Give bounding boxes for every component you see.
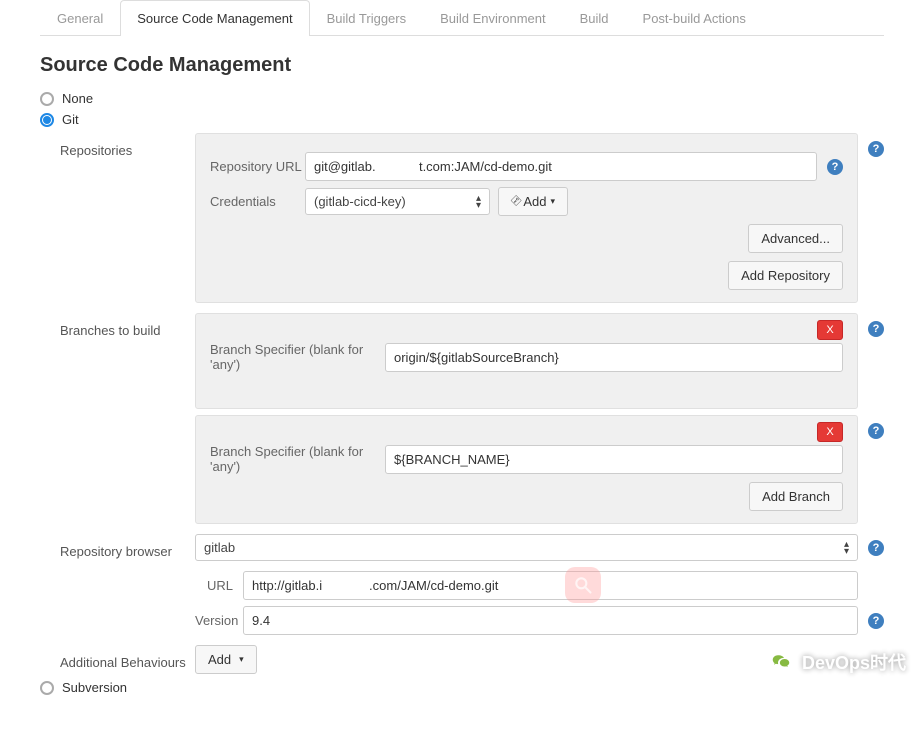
delete-branch-button[interactable]: X <box>817 320 843 340</box>
help-icon[interactable]: ? <box>868 540 884 556</box>
chevron-updown-icon: ▴▾ <box>844 541 849 555</box>
tab-post[interactable]: Post-build Actions <box>626 0 763 36</box>
radio-icon <box>40 92 54 106</box>
repo-url-input[interactable] <box>305 152 817 181</box>
credentials-select[interactable]: (gitlab-cicd-key) ▴▾ <box>305 188 490 215</box>
repositories-label: Repositories <box>60 133 195 158</box>
repo-browser-select[interactable]: gitlab ▴▾ <box>195 534 858 561</box>
scm-radio-git[interactable]: Git <box>40 112 884 127</box>
branch-spec-input-1[interactable] <box>385 343 843 372</box>
help-icon[interactable]: ? <box>868 141 884 157</box>
behaviours-label: Additional Behaviours <box>60 645 195 670</box>
advanced-button[interactable]: Advanced... <box>748 224 843 253</box>
radio-icon <box>40 113 54 127</box>
tab-general[interactable]: General <box>40 0 120 36</box>
scm-radio-none[interactable]: None <box>40 91 884 106</box>
tab-build[interactable]: Build <box>563 0 626 36</box>
tab-triggers[interactable]: Build Triggers <box>310 0 423 36</box>
config-tabs: General Source Code Management Build Tri… <box>40 0 884 36</box>
browser-version-label: Version <box>195 613 243 628</box>
tab-env[interactable]: Build Environment <box>423 0 563 36</box>
delete-branch-button[interactable]: X <box>817 422 843 442</box>
repository-panel: Repository URL ? Credentials (gitlab-cic… <box>195 133 858 303</box>
branches-label: Branches to build <box>60 313 195 338</box>
branch-panel-1: X Branch Specifier (blank for 'any') <box>195 313 858 409</box>
add-branch-button[interactable]: Add Branch <box>749 482 843 511</box>
browser-url-input[interactable] <box>243 571 858 600</box>
help-icon[interactable]: ? <box>868 613 884 629</box>
branch-panel-2: X Branch Specifier (blank for 'any') Add… <box>195 415 858 524</box>
branch-spec-label: Branch Specifier (blank for 'any') <box>210 444 385 474</box>
help-icon[interactable]: ? <box>868 321 884 337</box>
browser-version-input[interactable] <box>243 606 858 635</box>
radio-label-none: None <box>62 91 93 106</box>
add-repository-button[interactable]: Add Repository <box>728 261 843 290</box>
branch-spec-input-2[interactable] <box>385 445 843 474</box>
help-icon[interactable]: ? <box>827 159 843 175</box>
repo-browser-label: Repository browser <box>60 534 195 559</box>
tab-scm[interactable]: Source Code Management <box>120 0 309 36</box>
radio-icon <box>40 681 54 695</box>
radio-label-git: Git <box>62 112 79 127</box>
browser-url-label: URL <box>195 578 243 593</box>
key-icon: ⚿ <box>508 194 523 209</box>
add-behaviour-button[interactable]: Add ▾ <box>195 645 257 674</box>
branch-spec-label: Branch Specifier (blank for 'any') <box>210 342 385 372</box>
add-credential-button[interactable]: ⚿ Add ▾ <box>498 187 568 216</box>
credentials-label: Credentials <box>210 194 305 209</box>
help-icon[interactable]: ? <box>868 423 884 439</box>
chevron-down-icon: ▾ <box>551 196 556 207</box>
section-title: Source Code Management <box>40 54 884 77</box>
chevron-updown-icon: ▴▾ <box>476 195 481 209</box>
repo-url-label: Repository URL <box>210 159 305 174</box>
chevron-down-icon: ▾ <box>239 654 244 665</box>
